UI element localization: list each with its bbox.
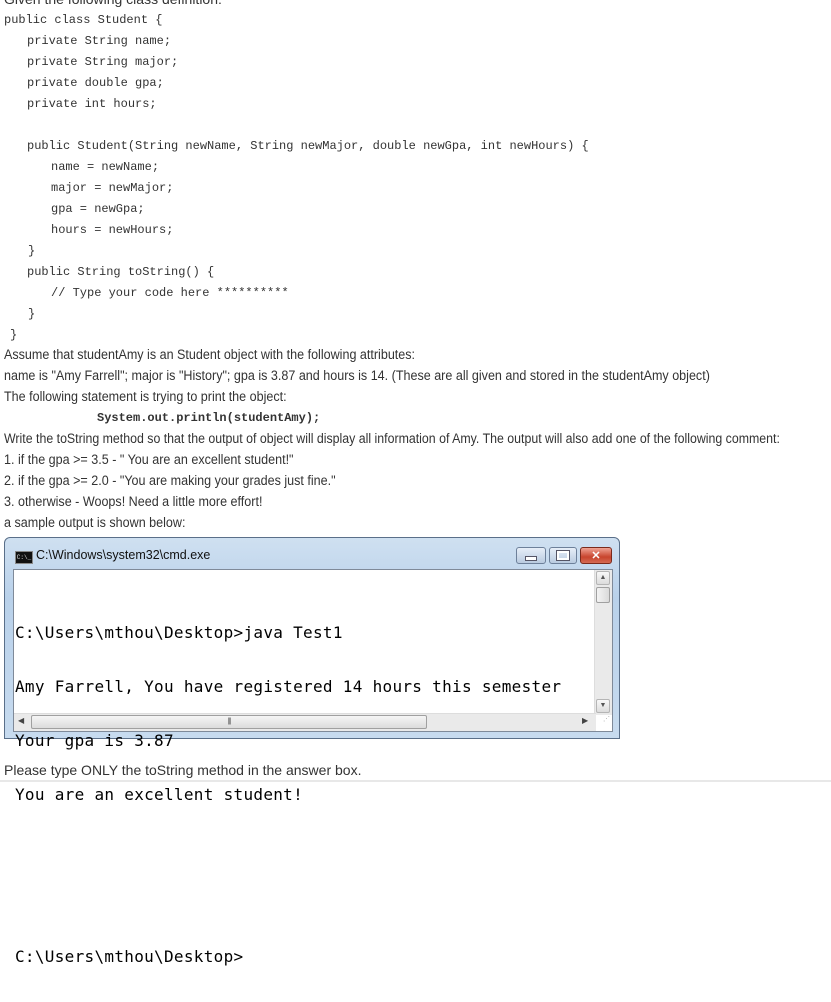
footer-instruction: Please type ONLY the toString method in … bbox=[4, 762, 362, 778]
vertical-scroll-thumb[interactable] bbox=[596, 587, 610, 603]
console-area[interactable]: C:\Users\mthou\Desktop>java Test1 Amy Fa… bbox=[13, 569, 613, 966]
console-line: You are an excellent student! bbox=[15, 785, 304, 804]
console-line: Your gpa is 3.87 bbox=[15, 731, 174, 750]
down-arrow-icon: ▼ bbox=[599, 702, 607, 709]
code-line: major = newMajor; bbox=[51, 181, 174, 195]
cmd-icon: C:\_ bbox=[15, 551, 33, 564]
minimize-button[interactable] bbox=[516, 547, 546, 564]
code-line: } bbox=[28, 244, 36, 258]
code-line: private double gpa; bbox=[27, 76, 164, 90]
minimize-icon bbox=[517, 548, 545, 563]
instructions-text: Write the toString method so that the ou… bbox=[4, 431, 780, 446]
maximize-icon bbox=[550, 548, 576, 563]
vertical-scrollbar[interactable]: ▲ ▼ bbox=[594, 570, 612, 715]
print-statement: System.out.println(studentAmy); bbox=[97, 411, 321, 425]
code-line: private String major; bbox=[27, 55, 179, 69]
rule-1: 1. if the gpa >= 3.5 - " You are an exce… bbox=[4, 452, 294, 467]
code-line: public String toString() { bbox=[27, 265, 215, 279]
maximize-button[interactable] bbox=[549, 547, 577, 564]
statement-intro-text: The following statement is trying to pri… bbox=[4, 389, 287, 404]
up-arrow-icon: ▲ bbox=[599, 574, 607, 581]
close-icon: ✕ bbox=[591, 550, 601, 562]
code-line: } bbox=[28, 307, 36, 321]
resize-grip-icon[interactable]: ⋰ bbox=[598, 716, 610, 729]
code-line: private String name; bbox=[27, 34, 172, 48]
code-line: public class Student { bbox=[4, 13, 163, 27]
code-line: name = newName; bbox=[51, 160, 160, 174]
sample-text: a sample output is shown below: bbox=[4, 515, 186, 530]
close-button[interactable]: ✕ bbox=[580, 547, 612, 564]
console-output: C:\Users\mthou\Desktop>java Test1 Amy Fa… bbox=[15, 588, 561, 1002]
code-line: hours = newHours; bbox=[51, 223, 174, 237]
scroll-down-button[interactable]: ▼ bbox=[596, 699, 610, 713]
attributes-text: name is "Amy Farrell"; major is "History… bbox=[4, 368, 710, 383]
code-line: private int hours; bbox=[27, 97, 157, 111]
horizontal-scrollbar[interactable]: ◀ ||| ▶ bbox=[14, 713, 596, 731]
console-line: C:\Users\mthou\Desktop>java Test1 bbox=[15, 623, 343, 642]
code-line: } bbox=[10, 328, 18, 342]
scroll-left-icon[interactable]: ◀ bbox=[18, 716, 24, 725]
intro-text: Given the following class definition: bbox=[4, 0, 222, 7]
code-line: gpa = newGpa; bbox=[51, 202, 145, 216]
console-line: C:\Users\mthou\Desktop> bbox=[15, 947, 244, 966]
assume-text: Assume that studentAmy is an Student obj… bbox=[4, 347, 416, 362]
title-bar[interactable]: C:\_ C:\Windows\system32\cmd.exe ✕ bbox=[5, 538, 619, 570]
scroll-up-button[interactable]: ▲ bbox=[596, 571, 610, 585]
cmd-window: C:\_ C:\Windows\system32\cmd.exe ✕ C:\Us… bbox=[4, 537, 620, 966]
console-line: Amy Farrell, You have registered 14 hour… bbox=[15, 677, 562, 696]
code-line: // Type your code here ********** bbox=[51, 286, 289, 300]
horizontal-scroll-thumb[interactable]: ||| bbox=[31, 715, 427, 729]
scroll-right-icon[interactable]: ▶ bbox=[582, 716, 588, 725]
code-line: public Student(String newName, String ne… bbox=[27, 139, 589, 153]
rule-2: 2. if the gpa >= 2.0 - "You are making y… bbox=[4, 473, 336, 488]
rule-3: 3. otherwise - Woops! Need a little more… bbox=[4, 494, 263, 509]
window-title: C:\Windows\system32\cmd.exe bbox=[36, 548, 211, 562]
